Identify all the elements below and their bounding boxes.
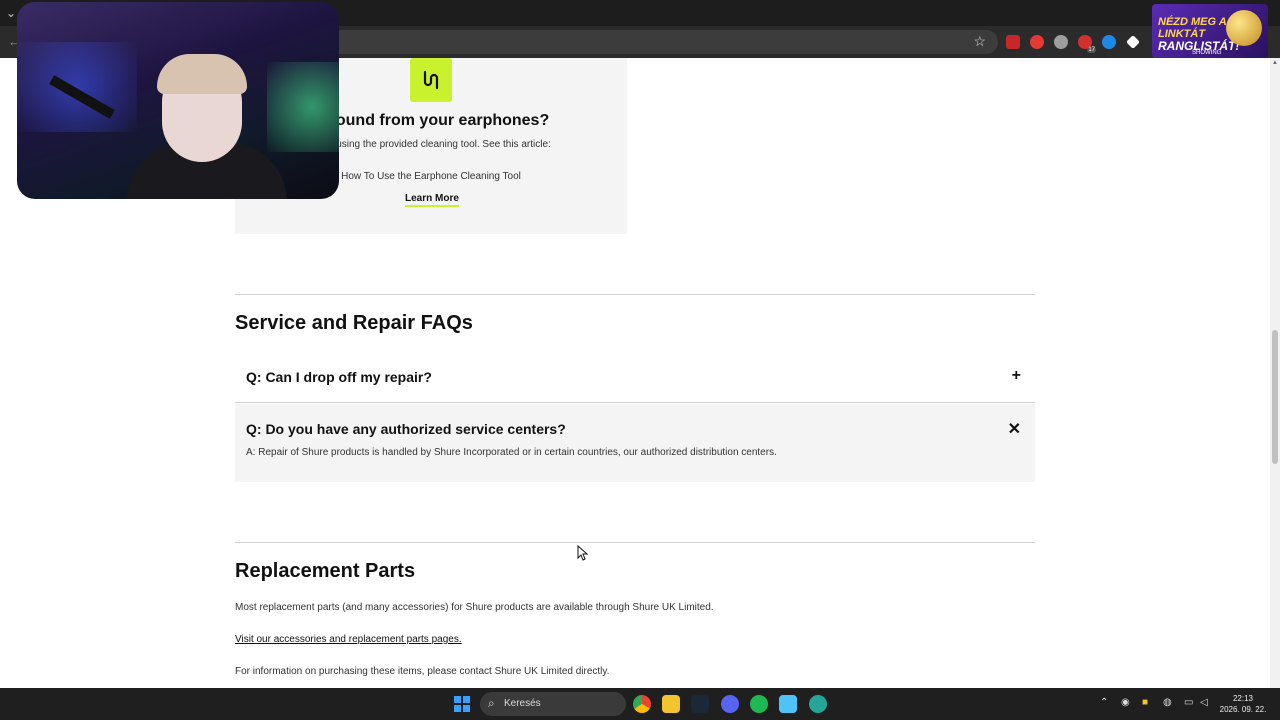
search-icon: ⌕ [488,696,495,710]
section-divider [235,294,1035,295]
page-scrollbar[interactable]: ▲ [1270,58,1280,688]
chevron-up-icon[interactable]: ⌃ [1100,697,1108,708]
section-divider [235,542,1035,543]
notepad-icon[interactable] [779,695,797,713]
promo-line1: NÉZD MEG A LINKTÁT [1158,16,1227,40]
close-icon[interactable]: ✕ [1008,419,1021,439]
extension-icon-3[interactable] [1054,35,1068,49]
chevron-down-icon[interactable]: ⌄ [6,6,16,20]
parts-paragraph: Most replacement parts (and many accesso… [235,602,714,613]
scroll-up-icon[interactable]: ▲ [1272,60,1278,66]
volume-icon[interactable]: ◁ [1200,697,1208,708]
extension-icon-1[interactable] [1006,35,1020,49]
plus-icon[interactable]: + [1012,367,1021,385]
folder-tray-icon[interactable]: ■ [1142,697,1148,708]
faq-item-expanded[interactable]: Q: Do you have any authorized service ce… [235,404,1035,482]
faq-answer: A: Repair of Shure products is handled b… [246,447,777,458]
network-icon[interactable]: ▭ [1184,697,1193,708]
promo-sub: SHOWING [1192,50,1222,56]
faq-question[interactable]: Q: Can I drop off my repair? [246,369,432,385]
mouse-cursor-icon [577,545,589,561]
clock-date: 2026. 09. 22. [1219,705,1267,714]
clock-time: 22:13 [1232,694,1254,703]
coin-icon [1226,10,1262,46]
steam-icon[interactable] [691,695,709,713]
webcam-overlay [17,2,339,199]
file-explorer-icon[interactable] [662,695,680,713]
extension-icon-4[interactable]: 17 [1078,35,1096,53]
parts-contact-paragraph: For information on purchasing these item… [235,666,610,677]
chrome-icon[interactable] [633,695,651,713]
parts-link[interactable]: Visit our accessories and replacement pa… [235,634,462,645]
extension-icon-5[interactable] [1102,35,1116,49]
stream-promo-banner: NÉZD MEG A LINKTÁT RANGLISTÁT! SHOWING [1152,4,1268,58]
extension-badge: 17 [1087,47,1096,53]
bookmark-star-icon[interactable]: ☆ [973,33,986,50]
parts-section-title: Replacement Parts [235,560,416,582]
discord-tray-icon[interactable]: ◍ [1163,697,1172,708]
learn-more-link[interactable]: Learn More [405,193,459,207]
windows-taskbar: ⌕ Keresés ⌃ ◉ ■ ◍ ▭ ◁ 22:13 2026. 09. 22… [0,688,1280,720]
windows-start-icon[interactable] [454,696,470,712]
faq-question[interactable]: Q: Do you have any authorized service ce… [246,421,566,437]
scrollbar-thumb[interactable] [1272,330,1278,464]
search-label: Keresés [504,698,541,709]
discord-icon[interactable] [721,695,739,713]
steam-tray-icon[interactable]: ◉ [1121,697,1130,708]
extension-icon-2[interactable] [1030,35,1044,49]
taskbar-search[interactable]: ⌕ Keresés [480,692,626,716]
faq-item[interactable]: Q: Can I drop off my repair? + [235,360,1035,403]
system-clock[interactable]: 22:13 2026. 09. 22. [1216,693,1270,715]
spotify-icon[interactable] [750,695,768,713]
extension-icon-6[interactable] [1126,35,1140,49]
earphones-icon [410,58,452,102]
faqs-section-title: Service and Repair FAQs [235,312,473,334]
browser-icon[interactable] [809,695,827,713]
